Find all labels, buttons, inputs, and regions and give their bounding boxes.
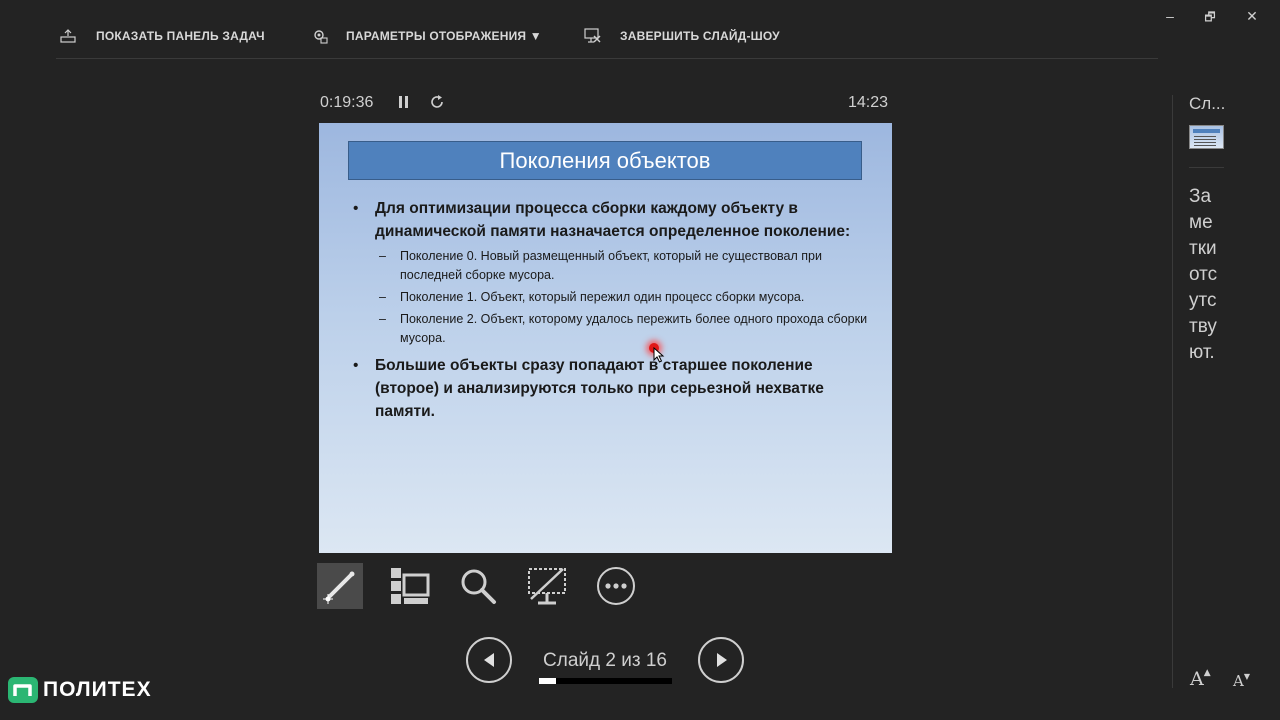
next-arrow-icon xyxy=(717,653,727,667)
slide-counter: Слайд 2 из 16 xyxy=(543,650,667,671)
taskbar-icon xyxy=(60,29,76,43)
zoom-into-slide-button[interactable] xyxy=(455,563,501,609)
pen-icon xyxy=(323,571,355,604)
sub-bullet-gen2: Поколение 2. Объект, которому удалось пе… xyxy=(351,310,871,348)
slide-title: Поколения объектов xyxy=(348,141,862,180)
display-settings-icon xyxy=(314,30,328,44)
bullet-1: Для оптимизации процесса сборки каждому … xyxy=(351,197,871,243)
politech-logo-text: ПОЛИТЕХ xyxy=(43,678,152,701)
next-slide-label: Сл... xyxy=(1189,94,1226,113)
minimize-icon: – xyxy=(1166,8,1174,24)
restart-icon xyxy=(431,95,443,108)
sub-bullet-gen1: Поколение 1. Объект, который пережил оди… xyxy=(351,288,871,307)
sub-bullets: Поколение 0. Новый размещенный объект, к… xyxy=(351,247,871,348)
restart-timer-button[interactable] xyxy=(429,94,445,115)
politech-logo: ПОЛИТЕХ xyxy=(8,677,152,703)
side-panel-divider xyxy=(1172,95,1173,688)
slide-progress-bar xyxy=(539,678,672,684)
politech-logo-mark xyxy=(8,677,38,703)
minimize-button[interactable]: – xyxy=(1159,8,1181,26)
restore-button[interactable]: 🗗 xyxy=(1199,8,1221,26)
show-taskbar-label: ПОКАЗАТЬ ПАНЕЛЬ ЗАДАЧ xyxy=(96,29,265,43)
close-button[interactable]: ✕ xyxy=(1241,8,1263,26)
pause-icon xyxy=(399,96,408,108)
increase-font-icon: A xyxy=(1190,668,1204,690)
decrease-font-icon: A xyxy=(1233,672,1244,690)
show-taskbar-button[interactable]: ПОКАЗАТЬ ПАНЕЛЬ ЗАДАЧ xyxy=(60,26,265,46)
toolbar-divider xyxy=(56,58,1158,59)
display-settings-label: ПАРАМЕТРЫ ОТОБРАЖЕНИЯ ▼ xyxy=(346,29,542,43)
previous-slide-button[interactable] xyxy=(466,637,512,683)
pause-timer-button[interactable] xyxy=(398,95,410,114)
magnifier-icon xyxy=(461,569,496,604)
notes-divider xyxy=(1189,167,1224,168)
end-slideshow-button[interactable]: ЗАВЕРШИТЬ СЛАЙД-ШОУ xyxy=(584,26,780,46)
speaker-notes: Заметки отсутствуют. xyxy=(1189,186,1218,363)
next-slide-thumbnail[interactable] xyxy=(1189,125,1224,149)
pen-laser-tool-button[interactable] xyxy=(317,563,363,609)
bullet-2: Большие объекты сразу попадают в старшее… xyxy=(351,354,871,423)
slide-body: Для оптимизации процесса сборки каждому … xyxy=(351,197,871,427)
increase-font-button[interactable]: A▲ xyxy=(1190,668,1211,690)
more-options-button[interactable] xyxy=(593,563,639,609)
current-slide[interactable]: Поколения объектов Для оптимизации проце… xyxy=(319,123,892,553)
restore-icon: 🗗 xyxy=(1204,10,1216,24)
display-settings-button[interactable]: ПАРАМЕТРЫ ОТОБРАЖЕНИЯ ▼ xyxy=(312,26,542,46)
grid-slides-icon xyxy=(391,568,430,604)
next-slide-button[interactable] xyxy=(698,637,744,683)
end-slideshow-icon xyxy=(584,28,601,43)
previous-arrow-icon xyxy=(484,653,494,667)
mouse-cursor-icon xyxy=(653,347,665,363)
presenter-toolbar: ПОКАЗАТЬ ПАНЕЛЬ ЗАДАЧ ПАРАМЕТРЫ ОТОБРАЖЕ… xyxy=(0,0,1280,72)
see-all-slides-button[interactable] xyxy=(386,563,432,609)
close-icon: ✕ xyxy=(1246,8,1258,24)
black-screen-button[interactable] xyxy=(524,563,570,609)
current-time: 14:23 xyxy=(848,94,889,111)
more-options-icon xyxy=(597,567,635,605)
decrease-font-button[interactable]: A▼ xyxy=(1233,672,1250,690)
end-slideshow-label: ЗАВЕРШИТЬ СЛАЙД-ШОУ xyxy=(620,29,780,43)
black-screen-icon xyxy=(528,568,566,605)
slide-progress-fill xyxy=(539,678,556,684)
elapsed-timer: 0:19:36 xyxy=(320,94,374,111)
sub-bullet-gen0: Поколение 0. Новый размещенный объект, к… xyxy=(351,247,871,285)
